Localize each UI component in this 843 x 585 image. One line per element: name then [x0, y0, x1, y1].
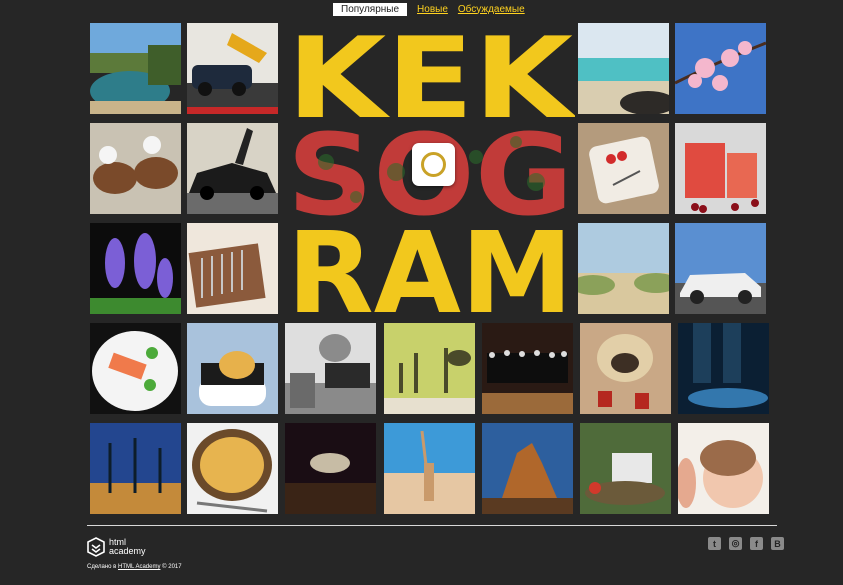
filter-new[interactable]: Новые	[417, 3, 448, 16]
logo-line-3: RAM	[287, 209, 573, 314]
photo-shark-slippers[interactable]	[285, 323, 376, 414]
photo-white-audi[interactable]	[675, 223, 766, 314]
photo-sake-bottles-bath[interactable]	[90, 123, 181, 214]
academy-hexagon-icon	[87, 537, 105, 557]
photo-salmon-plate[interactable]	[90, 323, 181, 414]
photo-neon-legs[interactable]	[678, 323, 769, 414]
instagram-icon[interactable]: ◎	[729, 537, 742, 550]
copyright-link[interactable]: HTML Academy	[118, 564, 160, 570]
photo-dunes-path[interactable]	[578, 223, 669, 314]
facebook-icon[interactable]: f	[750, 537, 763, 550]
photo-cherry-blossom[interactable]	[675, 23, 766, 114]
kekstagram-logo: KEK SOG RAM	[286, 22, 575, 314]
academy-wordmark: html academy	[109, 538, 146, 556]
photo-beach-girl[interactable]	[384, 423, 475, 514]
social-links: t ◎ f В	[700, 537, 784, 550]
vk-icon[interactable]: В	[771, 537, 784, 550]
filter-discussed[interactable]: Обсуждаемые	[458, 3, 525, 16]
photo-concert-crowd[interactable]	[285, 423, 376, 514]
photo-sushi-cat[interactable]	[187, 323, 278, 414]
twitter-icon[interactable]: t	[708, 537, 721, 550]
photo-hyacinth-flowers[interactable]	[90, 223, 181, 314]
photo-offroad-jeep[interactable]	[580, 423, 671, 514]
photo-pug-socks[interactable]	[580, 323, 671, 414]
photo-red-drink-currants[interactable]	[675, 123, 766, 214]
photo-choir-stage[interactable]	[482, 323, 573, 414]
copyright-prefix: Сделано в	[87, 564, 117, 570]
photo-desert-rock[interactable]	[482, 423, 573, 514]
photo-baby-face[interactable]	[678, 423, 769, 514]
photo-black-sportscar[interactable]	[187, 123, 278, 214]
photo-car-excavator[interactable]	[187, 23, 278, 114]
photo-cutlery-drawer[interactable]	[187, 223, 278, 314]
upload-button[interactable]	[412, 143, 455, 186]
footer-divider	[87, 525, 777, 526]
filters: Популярные Новые Обсуждаемые	[333, 2, 535, 16]
photo-palm-trees-night[interactable]	[90, 423, 181, 514]
filter-popular[interactable]: Популярные	[333, 2, 408, 16]
html-academy-logo[interactable]: html academy	[87, 537, 146, 557]
photo-strawberry-plate[interactable]	[578, 123, 669, 214]
photo-beach-rocks[interactable]	[578, 23, 669, 114]
photo-lake-coast[interactable]	[90, 23, 181, 114]
photo-giraffe-wall[interactable]	[384, 323, 475, 414]
copyright: Сделано в HTML Academy © 2017	[87, 564, 182, 570]
academy-line2: academy	[109, 546, 146, 556]
photo-pasta-bowl[interactable]	[187, 423, 278, 514]
copyright-year: © 2017	[162, 564, 182, 570]
camera-lens-icon	[421, 152, 446, 177]
